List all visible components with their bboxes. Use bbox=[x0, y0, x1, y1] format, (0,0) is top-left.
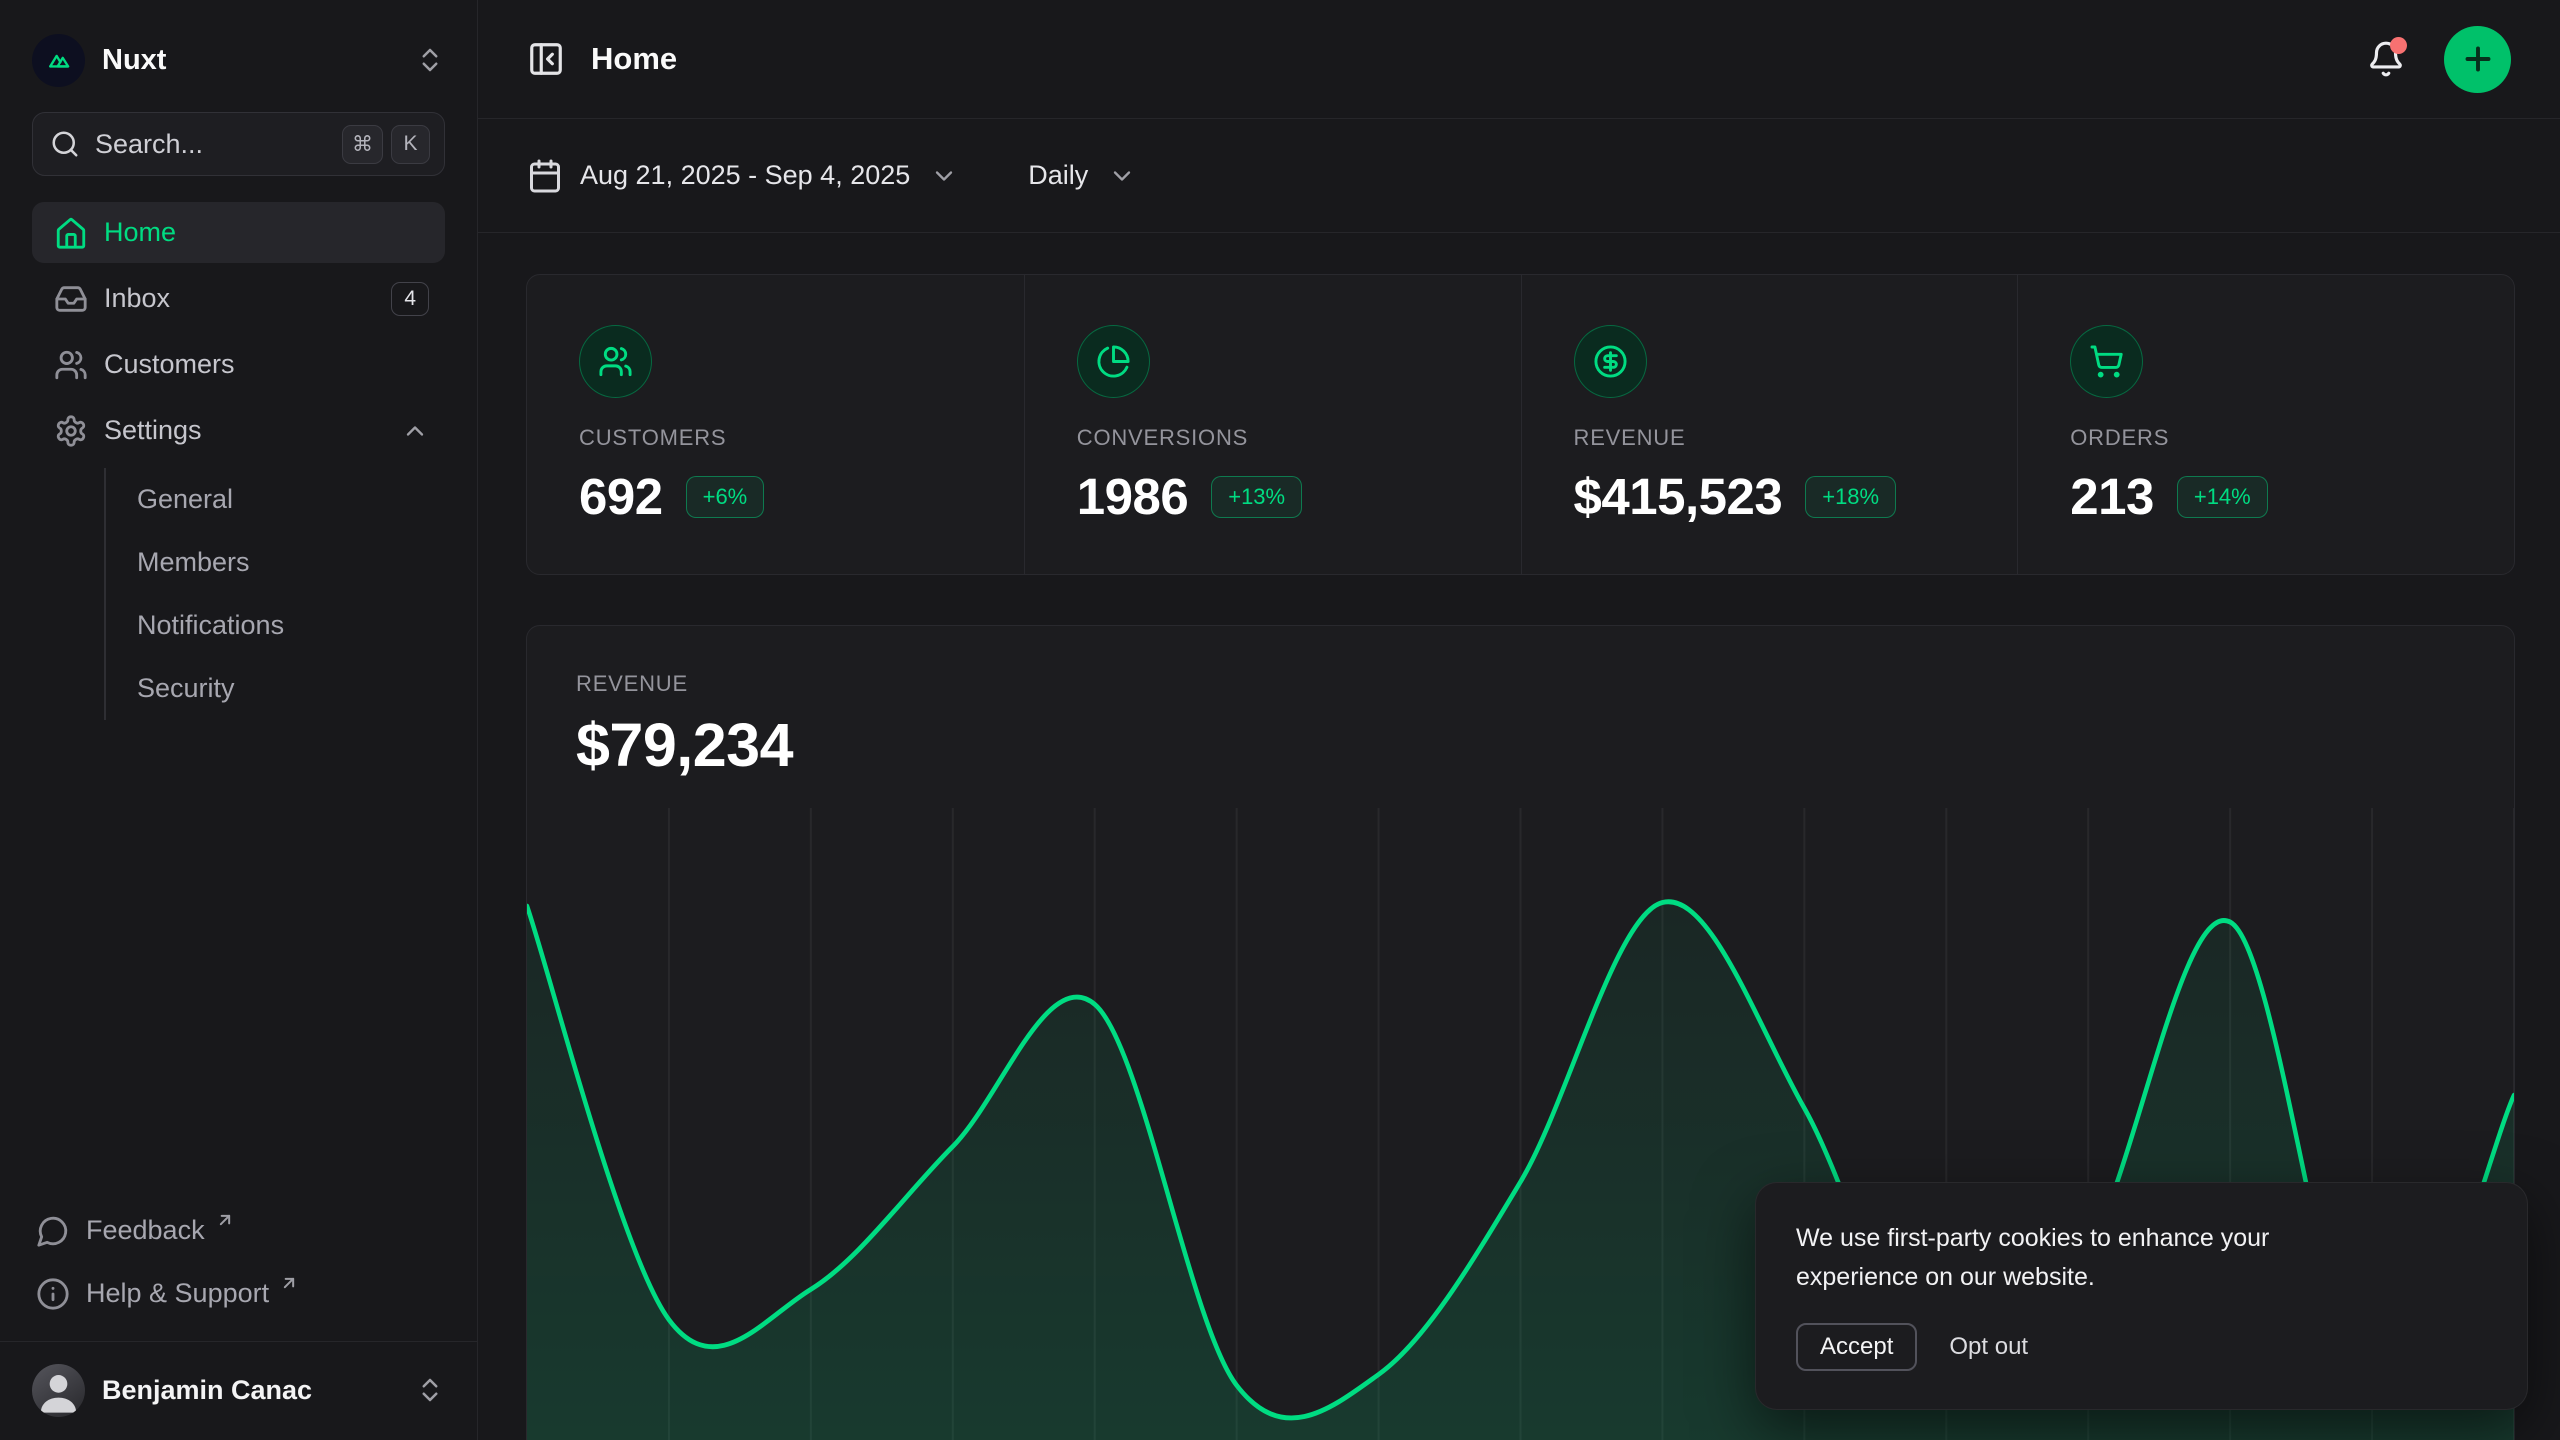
subnav-label: General bbox=[137, 484, 233, 515]
stats-row: CUSTOMERS 692 +6% CONVERSIONS 1986 +13% bbox=[526, 274, 2515, 575]
granularity-select[interactable]: Daily bbox=[1028, 160, 1136, 191]
stat-card-conversions[interactable]: CONVERSIONS 1986 +13% bbox=[1024, 275, 1521, 574]
search-placeholder: Search... bbox=[95, 129, 203, 160]
cookie-optout-button[interactable]: Opt out bbox=[1949, 1333, 2028, 1361]
user-name: Benjamin Canac bbox=[102, 1375, 312, 1406]
stat-card-revenue[interactable]: REVENUE $415,523 +18% bbox=[1521, 275, 2018, 574]
subnav-label: Notifications bbox=[137, 610, 284, 641]
calendar-icon bbox=[527, 158, 563, 194]
sidebar-item-customers[interactable]: Customers bbox=[32, 334, 445, 395]
sidebar-nav: Home Inbox 4 Customers bbox=[0, 202, 477, 720]
revenue-chart-value: $79,234 bbox=[576, 710, 2514, 780]
users-icon bbox=[54, 348, 88, 382]
sidebar-item-notifications[interactable]: Notifications bbox=[137, 594, 445, 657]
kbd-k: K bbox=[391, 125, 430, 164]
date-range-label: Aug 21, 2025 - Sep 4, 2025 bbox=[580, 160, 910, 191]
chevron-down-icon bbox=[1108, 162, 1136, 190]
settings-subnav: General Members Notifications Security bbox=[104, 468, 445, 720]
search-icon bbox=[50, 129, 80, 159]
chat-bubble-icon bbox=[36, 1214, 70, 1248]
users-icon bbox=[579, 325, 652, 398]
sidebar-item-label: Customers bbox=[104, 349, 235, 380]
pie-chart-icon bbox=[1077, 325, 1150, 398]
cookie-accept-button[interactable]: Accept bbox=[1796, 1323, 1917, 1371]
chevrons-up-down-icon bbox=[415, 45, 445, 75]
chevron-down-icon bbox=[930, 162, 958, 190]
revenue-chart-label: REVENUE bbox=[576, 671, 2514, 697]
gear-icon bbox=[54, 414, 88, 448]
stat-change-badge: +13% bbox=[1211, 476, 1302, 518]
search-shortcut: ⌘ K bbox=[342, 125, 430, 164]
sidebar-item-label: Settings bbox=[104, 415, 202, 446]
feedback-link[interactable]: Feedback bbox=[32, 1199, 445, 1262]
stat-change-badge: +18% bbox=[1805, 476, 1896, 518]
plus-icon bbox=[2460, 41, 2496, 77]
add-button[interactable] bbox=[2444, 26, 2511, 93]
stat-change-badge: +14% bbox=[2177, 476, 2268, 518]
sidebar-item-members[interactable]: Members bbox=[137, 531, 445, 594]
date-range-picker[interactable]: Aug 21, 2025 - Sep 4, 2025 bbox=[527, 158, 958, 194]
sidebar-user-section: Benjamin Canac bbox=[0, 1341, 477, 1440]
stat-change-badge: +6% bbox=[686, 476, 765, 518]
stat-label: ORDERS bbox=[2070, 425, 2494, 451]
stat-value: $415,523 bbox=[1574, 467, 1783, 526]
chevrons-up-down-icon bbox=[415, 1375, 445, 1405]
sidebar-footer-links: Feedback Help & Support bbox=[0, 1199, 477, 1341]
home-icon bbox=[54, 216, 88, 250]
dollar-circle-icon bbox=[1574, 325, 1647, 398]
inbox-count-badge: 4 bbox=[391, 282, 429, 316]
nuxt-logo-icon bbox=[32, 34, 85, 87]
filter-toolbar: Aug 21, 2025 - Sep 4, 2025 Daily bbox=[478, 119, 2560, 233]
sidebar-spacer bbox=[0, 720, 477, 1199]
team-switcher[interactable]: Nuxt bbox=[0, 0, 477, 90]
sidebar-item-label: Inbox bbox=[104, 283, 170, 314]
shopping-cart-icon bbox=[2070, 325, 2143, 398]
feedback-label: Feedback bbox=[86, 1215, 205, 1246]
sidebar-item-home[interactable]: Home bbox=[32, 202, 445, 263]
notifications-button[interactable] bbox=[2364, 37, 2408, 81]
stat-label: REVENUE bbox=[1574, 425, 1998, 451]
inbox-icon bbox=[54, 282, 88, 316]
stat-label: CONVERSIONS bbox=[1077, 425, 1501, 451]
sidebar: Nuxt Search... ⌘ K Home bbox=[0, 0, 478, 1440]
team-name: Nuxt bbox=[102, 44, 166, 77]
stat-value: 692 bbox=[579, 467, 663, 526]
subnav-label: Members bbox=[137, 547, 250, 578]
info-icon bbox=[36, 1277, 70, 1311]
stat-label: CUSTOMERS bbox=[579, 425, 1004, 451]
sidebar-item-settings[interactable]: Settings bbox=[32, 400, 445, 461]
user-menu[interactable]: Benjamin Canac bbox=[32, 1356, 445, 1424]
stat-card-customers[interactable]: CUSTOMERS 692 +6% bbox=[527, 275, 1024, 574]
cookie-message: We use first-party cookies to enhance yo… bbox=[1796, 1219, 2396, 1297]
help-support-link[interactable]: Help & Support bbox=[32, 1262, 445, 1325]
sidebar-item-security[interactable]: Security bbox=[137, 657, 445, 720]
kbd-cmd: ⌘ bbox=[342, 125, 383, 164]
page-title: Home bbox=[591, 41, 677, 77]
search-input[interactable]: Search... ⌘ K bbox=[32, 112, 445, 176]
page-header: Home bbox=[478, 0, 2560, 119]
stat-value: 1986 bbox=[1077, 467, 1188, 526]
sidebar-item-general[interactable]: General bbox=[137, 468, 445, 531]
sidebar-item-label: Home bbox=[104, 217, 176, 248]
sidebar-item-inbox[interactable]: Inbox 4 bbox=[32, 268, 445, 329]
external-link-icon bbox=[215, 1210, 235, 1230]
user-avatar bbox=[32, 1364, 85, 1417]
stat-card-orders[interactable]: ORDERS 213 +14% bbox=[2017, 275, 2514, 574]
cookie-banner: We use first-party cookies to enhance yo… bbox=[1755, 1182, 2528, 1410]
help-support-label: Help & Support bbox=[86, 1278, 269, 1309]
stat-value: 213 bbox=[2070, 467, 2154, 526]
notification-dot bbox=[2390, 37, 2407, 54]
subnav-label: Security bbox=[137, 673, 235, 704]
chevron-up-icon bbox=[401, 417, 429, 445]
external-link-icon bbox=[279, 1273, 299, 1293]
granularity-label: Daily bbox=[1028, 160, 1088, 191]
header-actions bbox=[2364, 26, 2511, 93]
sidebar-collapse-icon[interactable] bbox=[527, 40, 565, 78]
